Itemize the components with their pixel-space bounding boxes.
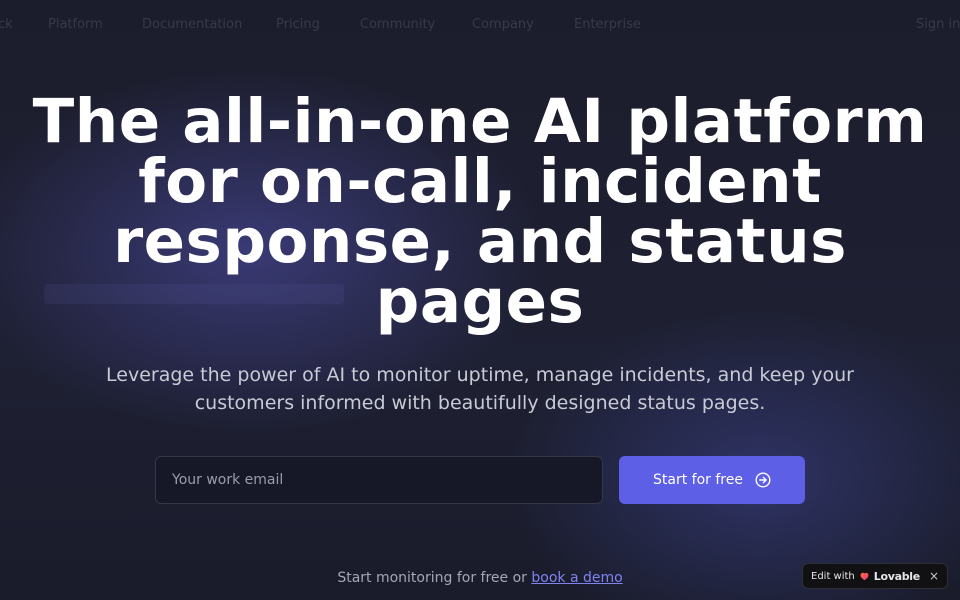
top-navigation: ck Platform Documentation Pricing Commun… [0,17,960,33]
arrow-right-circle-icon [755,472,771,488]
brand-logo[interactable]: ck [0,17,13,32]
nav-item-documentation[interactable]: Documentation [142,17,242,32]
badge-brand: Lovable [873,569,920,583]
nav-item-platform[interactable]: Platform [48,17,103,32]
lovable-heart-icon [860,572,869,581]
nav-item-community[interactable]: Community [360,17,435,32]
nav-item-pricing[interactable]: Pricing [276,17,320,32]
close-icon[interactable]: × [929,569,939,583]
nav-item-enterprise[interactable]: Enterprise [574,17,641,32]
nav-item-company[interactable]: Company [472,17,534,32]
work-email-input[interactable] [155,456,603,504]
start-for-free-button[interactable]: Start for free [619,456,805,504]
edit-with-lovable-badge[interactable]: Edit with Lovable × [802,563,948,589]
hero-subtitle: Leverage the power of AI to monitor upti… [106,364,854,414]
badge-prefix: Edit with [811,570,855,582]
start-for-free-label: Start for free [653,472,743,488]
footnote-text: Start monitoring for free or [337,570,532,586]
hero-title: The all-in-one AI platform for on-call, … [32,86,928,337]
nav-sign-in[interactable]: Sign in [916,17,960,32]
book-demo-link[interactable]: book a demo [531,570,622,586]
